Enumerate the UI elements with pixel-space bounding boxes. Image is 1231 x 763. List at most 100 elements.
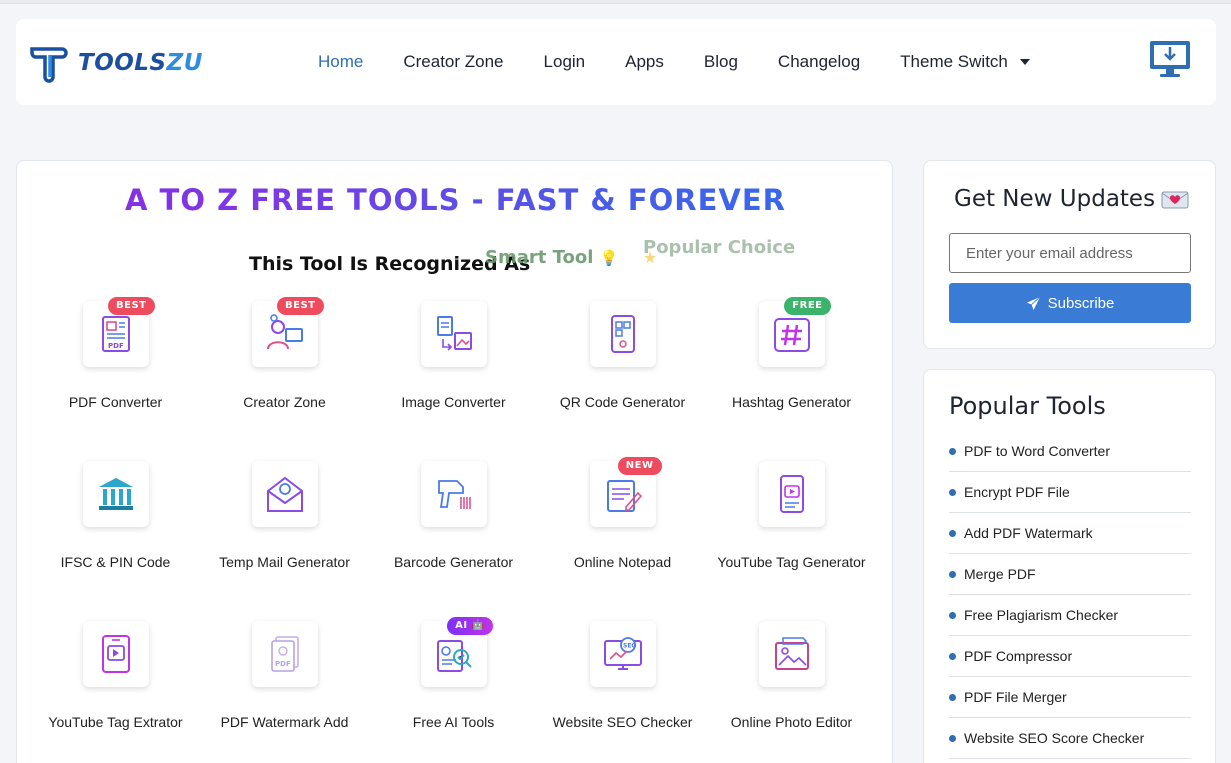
logo-text: TOOLSZU: [78, 50, 203, 76]
list-item-label: Encrypt PDF File: [964, 484, 1070, 500]
list-item-label: PDF Compressor: [964, 648, 1073, 664]
video-phone-icon: [779, 475, 804, 513]
nav-theme-switch[interactable]: Theme Switch: [900, 52, 1030, 72]
list-item[interactable]: PDF File Merger: [949, 677, 1191, 718]
tool-card[interactable]: Image Converter: [369, 299, 538, 459]
site-header: TOOLSZU Home Creator Zone Login Apps Blo…: [16, 19, 1216, 105]
tool-tile: BEST: [251, 297, 324, 367]
list-item[interactable]: Encrypt PDF File: [949, 472, 1191, 513]
nav-apps[interactable]: Apps: [625, 52, 664, 72]
list-item-label: Add PDF Watermark: [964, 525, 1093, 541]
tool-label: YouTube Tag Generator: [717, 554, 866, 570]
tool-card[interactable]: AI 🤖 Free AI Tools: [369, 617, 538, 763]
list-item[interactable]: PDF to Word Converter: [949, 431, 1191, 472]
tool-tile: [420, 461, 487, 527]
tool-tile: PDF: [251, 621, 318, 687]
list-item[interactable]: PDF Compressor: [949, 636, 1191, 677]
tool-card[interactable]: SEO Website SEO Checker: [538, 619, 707, 763]
bullet-icon: [949, 652, 956, 660]
tool-card[interactable]: Temp Mail Generator: [200, 459, 369, 619]
tool-card[interactable]: FREE Hashtag Generator: [707, 297, 876, 459]
tool-card[interactable]: IFSC & PIN Code: [31, 459, 200, 619]
nav-blog[interactable]: Blog: [704, 52, 738, 72]
tool-tag: AI 🤖: [447, 617, 493, 635]
bullet-icon: [949, 570, 956, 578]
tool-label: Hashtag Generator: [731, 394, 852, 410]
bullet-icon: [949, 529, 956, 537]
tool-label: Barcode Generator: [393, 554, 514, 570]
tools-grid: PDF BEST PDF Converter BEST Creator Zone…: [31, 297, 881, 763]
nav-home[interactable]: Home: [318, 52, 363, 72]
svg-text:PDF: PDF: [275, 660, 291, 668]
mail-icon: [266, 476, 303, 512]
list-item[interactable]: Add PDF Watermark: [949, 513, 1191, 554]
list-item[interactable]: Merge PDF: [949, 554, 1191, 595]
tool-label: Image Converter: [401, 394, 506, 410]
site-logo[interactable]: TOOLSZU: [28, 41, 203, 85]
list-item-label: Website SEO Score Checker: [964, 730, 1145, 746]
tool-tile: [589, 301, 656, 367]
theme-switch-label: Theme Switch: [900, 52, 1008, 71]
tool-tile: PDF BEST: [82, 297, 155, 367]
svg-text:PDF: PDF: [108, 342, 124, 350]
pdf-document-icon: PDF: [101, 316, 130, 352]
image-convert-icon: [436, 316, 472, 351]
tool-card[interactable]: NEW Online Notepad: [538, 457, 707, 619]
tool-card[interactable]: Online Photo Editor: [707, 619, 876, 763]
popular-tools-title: Popular Tools: [949, 392, 1106, 420]
tool-tile: [758, 621, 825, 687]
popular-tools-card: Popular Tools PDF to Word Converter Encr…: [923, 369, 1216, 763]
tool-card[interactable]: PDF BEST PDF Converter: [31, 297, 200, 459]
caret-down-icon: [1019, 59, 1030, 65]
paper-plane-icon: [1026, 296, 1041, 310]
updates-title: Get New Updates: [954, 186, 1189, 212]
list-item-label: PDF to Word Converter: [964, 443, 1111, 459]
pdf-watermark-icon: PDF: [270, 636, 299, 672]
download-monitor-icon[interactable]: [1148, 39, 1192, 79]
bullet-icon: [949, 447, 956, 455]
tool-card[interactable]: QR Code Generator: [538, 299, 707, 459]
popular-tools-list: PDF to Word Converter Encrypt PDF File A…: [949, 431, 1191, 759]
tool-tile: [251, 461, 318, 527]
tool-label: Free AI Tools: [412, 714, 495, 730]
list-item[interactable]: Website SEO Score Checker: [949, 718, 1191, 759]
lightbulb-icon: 💡: [599, 249, 619, 267]
tool-card[interactable]: YouTube Tag Generator: [707, 459, 876, 619]
nav-login[interactable]: Login: [544, 52, 586, 72]
tool-label: PDF Converter: [68, 394, 163, 410]
tools-panel: A to Z Free Tools - Fast & Forever This …: [16, 160, 893, 763]
bullet-icon: [949, 488, 956, 496]
subscribe-label: Subscribe: [1047, 294, 1115, 312]
tool-tile: [82, 461, 149, 527]
video-tablet-icon: [101, 635, 130, 673]
tool-tile: NEW: [589, 457, 662, 527]
popular-choice-badge: Popular Choice: [643, 237, 796, 258]
list-item[interactable]: Free Plagiarism Checker: [949, 595, 1191, 636]
ai-analytics-icon: [436, 640, 472, 672]
nav-changelog[interactable]: Changelog: [778, 52, 860, 72]
bullet-icon: [949, 611, 956, 619]
tool-tile: [758, 461, 825, 527]
tool-label: Online Notepad: [573, 554, 672, 570]
tool-label: YouTube Tag Extrator: [48, 714, 183, 730]
email-input[interactable]: [949, 233, 1191, 273]
browser-top-strip: [0, 0, 1231, 4]
tool-tile: AI 🤖: [420, 617, 493, 687]
tool-tag: BEST: [108, 297, 155, 315]
tool-card[interactable]: YouTube Tag Extrator: [31, 619, 200, 763]
subscribe-button[interactable]: Subscribe: [949, 283, 1191, 323]
smart-tool-badge: Smart Tool 💡: [485, 247, 619, 268]
hero-title: A to Z Free Tools - Fast & Forever: [17, 183, 894, 217]
notepad-icon: [606, 480, 642, 512]
tool-label: Website SEO Checker: [552, 714, 693, 730]
svg-text:SEO: SEO: [623, 643, 637, 650]
creator-icon: [266, 314, 303, 350]
tool-card[interactable]: PDF PDF Watermark Add: [200, 619, 369, 763]
nav-creator-zone[interactable]: Creator Zone: [403, 52, 503, 72]
hashtag-icon: [773, 318, 810, 352]
tool-card[interactable]: Barcode Generator: [369, 459, 538, 619]
photo-editor-icon: [774, 637, 809, 670]
newsletter-card: Get New Updates Subscribe: [923, 160, 1216, 349]
tool-tag: NEW: [617, 457, 662, 475]
tool-card[interactable]: BEST Creator Zone: [200, 297, 369, 459]
